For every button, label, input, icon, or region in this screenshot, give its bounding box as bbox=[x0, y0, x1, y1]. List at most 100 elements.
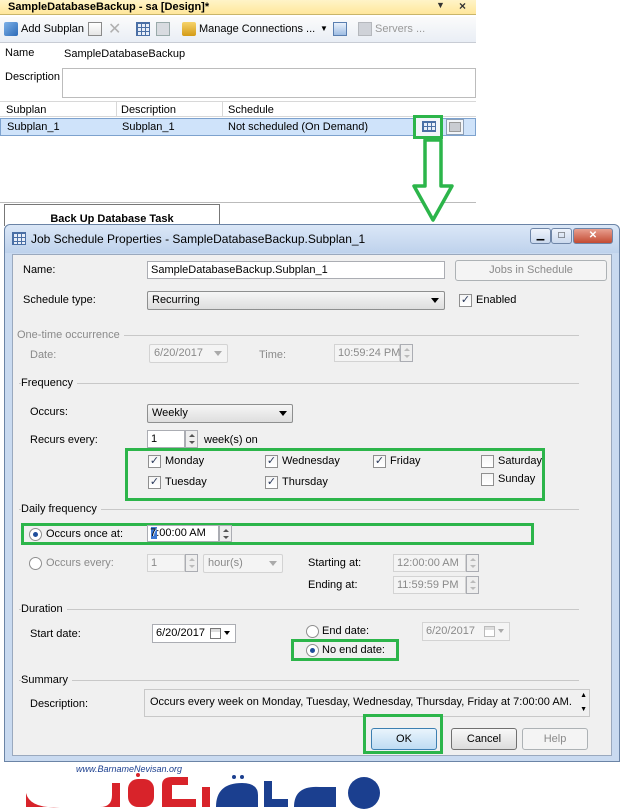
minimize-button[interactable]: ▁ bbox=[530, 228, 551, 244]
schedule-type-label: Schedule type: bbox=[23, 294, 96, 306]
onetime-time-spinner[interactable] bbox=[400, 344, 413, 362]
row-schedule: Not scheduled (On Demand) bbox=[228, 121, 369, 133]
chevron-down-icon bbox=[214, 351, 222, 356]
schedule-name-input[interactable]: SampleDatabaseBackup.Subplan_1 bbox=[147, 261, 445, 279]
occurs-every-radio[interactable] bbox=[29, 557, 42, 570]
clear-schedule-icon[interactable] bbox=[156, 22, 173, 36]
occurs-every-input[interactable]: 1 bbox=[147, 554, 185, 572]
summary-description-label: Description: bbox=[30, 698, 89, 710]
delete-icon[interactable]: ✕ bbox=[108, 19, 121, 39]
subplan-schedule-button[interactable] bbox=[413, 115, 443, 139]
onetime-date-picker[interactable]: 6/20/2017 bbox=[149, 344, 228, 363]
column-subplan: Subplan bbox=[6, 104, 47, 116]
chevron-down-icon bbox=[269, 561, 277, 566]
plan-description-field[interactable] bbox=[62, 68, 476, 98]
reporting-icon[interactable] bbox=[333, 22, 350, 36]
wednesday-checkbox[interactable]: ✓ bbox=[265, 455, 278, 468]
connections-dropdown-icon[interactable]: ▼ bbox=[320, 24, 328, 33]
dialog-client-area: Name: SampleDatabaseBackup.Subplan_1 Job… bbox=[12, 254, 612, 756]
duration-section-label: Duration bbox=[21, 603, 67, 615]
dialog-titlebar[interactable]: Job Schedule Properties - SampleDatabase… bbox=[5, 225, 619, 253]
sunday-label: Sunday bbox=[498, 473, 536, 485]
occurs-every-label: Occurs every: bbox=[46, 557, 114, 569]
tuesday-checkbox[interactable]: ✓ bbox=[148, 476, 161, 489]
document-tab-title: SampleDatabaseBackup - sa [Design]* bbox=[8, 1, 210, 13]
manage-connections-button[interactable]: Manage Connections ... bbox=[182, 22, 315, 36]
calendar-icon bbox=[422, 121, 436, 132]
daily-section-label: Daily frequency bbox=[21, 503, 101, 515]
close-icon[interactable]: × bbox=[459, 0, 466, 13]
ending-at-spinner[interactable] bbox=[466, 576, 479, 594]
end-date-radio[interactable] bbox=[306, 625, 319, 638]
schedule-grid-icon[interactable] bbox=[136, 22, 153, 36]
saturday-label: Saturday bbox=[498, 455, 543, 467]
remove-schedule-button[interactable] bbox=[446, 119, 464, 135]
plan-name-value[interactable]: SampleDatabaseBackup bbox=[64, 48, 185, 60]
job-schedule-dialog: Job Schedule Properties - SampleDatabase… bbox=[4, 224, 620, 762]
start-date-picker[interactable]: 6/20/2017 bbox=[152, 624, 236, 643]
jobs-in-schedule-button[interactable]: Jobs in Schedule bbox=[455, 260, 607, 281]
wednesday-label: Wednesday bbox=[282, 455, 340, 467]
document-tab[interactable]: SampleDatabaseBackup - sa [Design]* ▼ × bbox=[0, 0, 476, 15]
saturday-checkbox[interactable] bbox=[481, 455, 494, 468]
occurs-once-radio[interactable] bbox=[29, 528, 42, 541]
close-button[interactable]: ✕ bbox=[573, 228, 613, 244]
description-label: Description bbox=[5, 71, 61, 83]
cancel-button[interactable]: Cancel bbox=[451, 728, 517, 750]
monday-label: Monday bbox=[165, 455, 205, 467]
scroll-up-icon[interactable]: ▲ bbox=[580, 692, 587, 699]
friday-checkbox[interactable]: ✓ bbox=[373, 455, 386, 468]
connections-icon bbox=[182, 22, 196, 36]
ending-at-input[interactable]: 11:59:59 PM bbox=[393, 576, 466, 594]
servers-button[interactable]: Servers ... bbox=[358, 22, 425, 36]
occurs-once-spinner[interactable] bbox=[219, 525, 232, 542]
schedule-type-select[interactable]: Recurring bbox=[147, 291, 445, 310]
help-button[interactable]: Help bbox=[522, 728, 588, 750]
backup-database-task-box[interactable]: Back Up Database Task bbox=[4, 204, 220, 226]
sunday-checkbox[interactable] bbox=[481, 473, 494, 486]
table-row[interactable]: Subplan_1 Subplan_1 Not scheduled (On De… bbox=[0, 118, 476, 136]
occurs-once-label: Occurs once at: bbox=[46, 528, 124, 540]
summary-description-box[interactable]: Occurs every week on Monday, Tuesday, We… bbox=[144, 689, 590, 717]
no-end-date-radio[interactable] bbox=[306, 644, 319, 657]
maximize-button[interactable]: □ bbox=[551, 228, 572, 244]
column-description: Description bbox=[121, 104, 177, 116]
name-label: Name bbox=[5, 47, 35, 59]
servers-icon bbox=[358, 22, 372, 36]
occurs-every-spinner[interactable] bbox=[185, 554, 198, 572]
end-date-label: End date: bbox=[322, 625, 370, 637]
row-subplan: Subplan_1 bbox=[7, 121, 60, 133]
recurs-every-input[interactable]: 1 bbox=[147, 430, 185, 448]
starting-at-spinner[interactable] bbox=[466, 554, 479, 572]
enabled-checkbox[interactable]: ✓ bbox=[459, 294, 472, 307]
annotation-arrow-icon bbox=[412, 138, 454, 222]
add-subplan-icon bbox=[4, 22, 18, 36]
chevron-down-icon bbox=[431, 298, 439, 303]
occurs-select[interactable]: Weekly bbox=[147, 404, 293, 423]
onetime-section-label: One-time occurrence bbox=[17, 329, 124, 341]
occurs-every-unit-select[interactable]: hour(s) bbox=[203, 554, 283, 573]
thursday-checkbox[interactable]: ✓ bbox=[265, 476, 278, 489]
chevron-down-icon bbox=[224, 631, 230, 635]
barnamenevisan-logo: www.BarnameNevisan.org bbox=[20, 763, 388, 811]
dialog-calendar-icon bbox=[12, 232, 26, 245]
recurs-every-label: Recurs every: bbox=[30, 434, 98, 446]
occurs-once-time-input[interactable]: 77:00:00 AM bbox=[147, 525, 219, 542]
onetime-time-input[interactable]: 10:59:24 PM bbox=[334, 344, 400, 362]
subplan-properties-icon[interactable] bbox=[88, 22, 105, 36]
summary-description-text: Occurs every week on Monday, Tuesday, We… bbox=[150, 696, 572, 708]
scroll-down-icon[interactable]: ▼ bbox=[580, 706, 587, 713]
recurs-every-spinner[interactable] bbox=[185, 430, 198, 448]
calendar-icon bbox=[484, 626, 495, 637]
remove-schedule-icon bbox=[449, 122, 461, 132]
tab-dropdown-icon[interactable]: ▼ bbox=[436, 0, 445, 10]
starting-at-label: Starting at: bbox=[308, 557, 362, 569]
monday-checkbox[interactable]: ✓ bbox=[148, 455, 161, 468]
starting-at-input[interactable]: 12:00:00 AM bbox=[393, 554, 466, 572]
maintenance-plan-designer: SampleDatabaseBackup - sa [Design]* ▼ × … bbox=[0, 0, 476, 226]
no-end-date-label: No end date: bbox=[322, 644, 385, 656]
chevron-down-icon bbox=[279, 411, 287, 416]
add-subplan-button[interactable]: Add Subplan bbox=[4, 22, 84, 36]
end-date-picker[interactable]: 6/20/2017 bbox=[422, 622, 510, 641]
ok-button[interactable]: OK bbox=[371, 728, 437, 750]
